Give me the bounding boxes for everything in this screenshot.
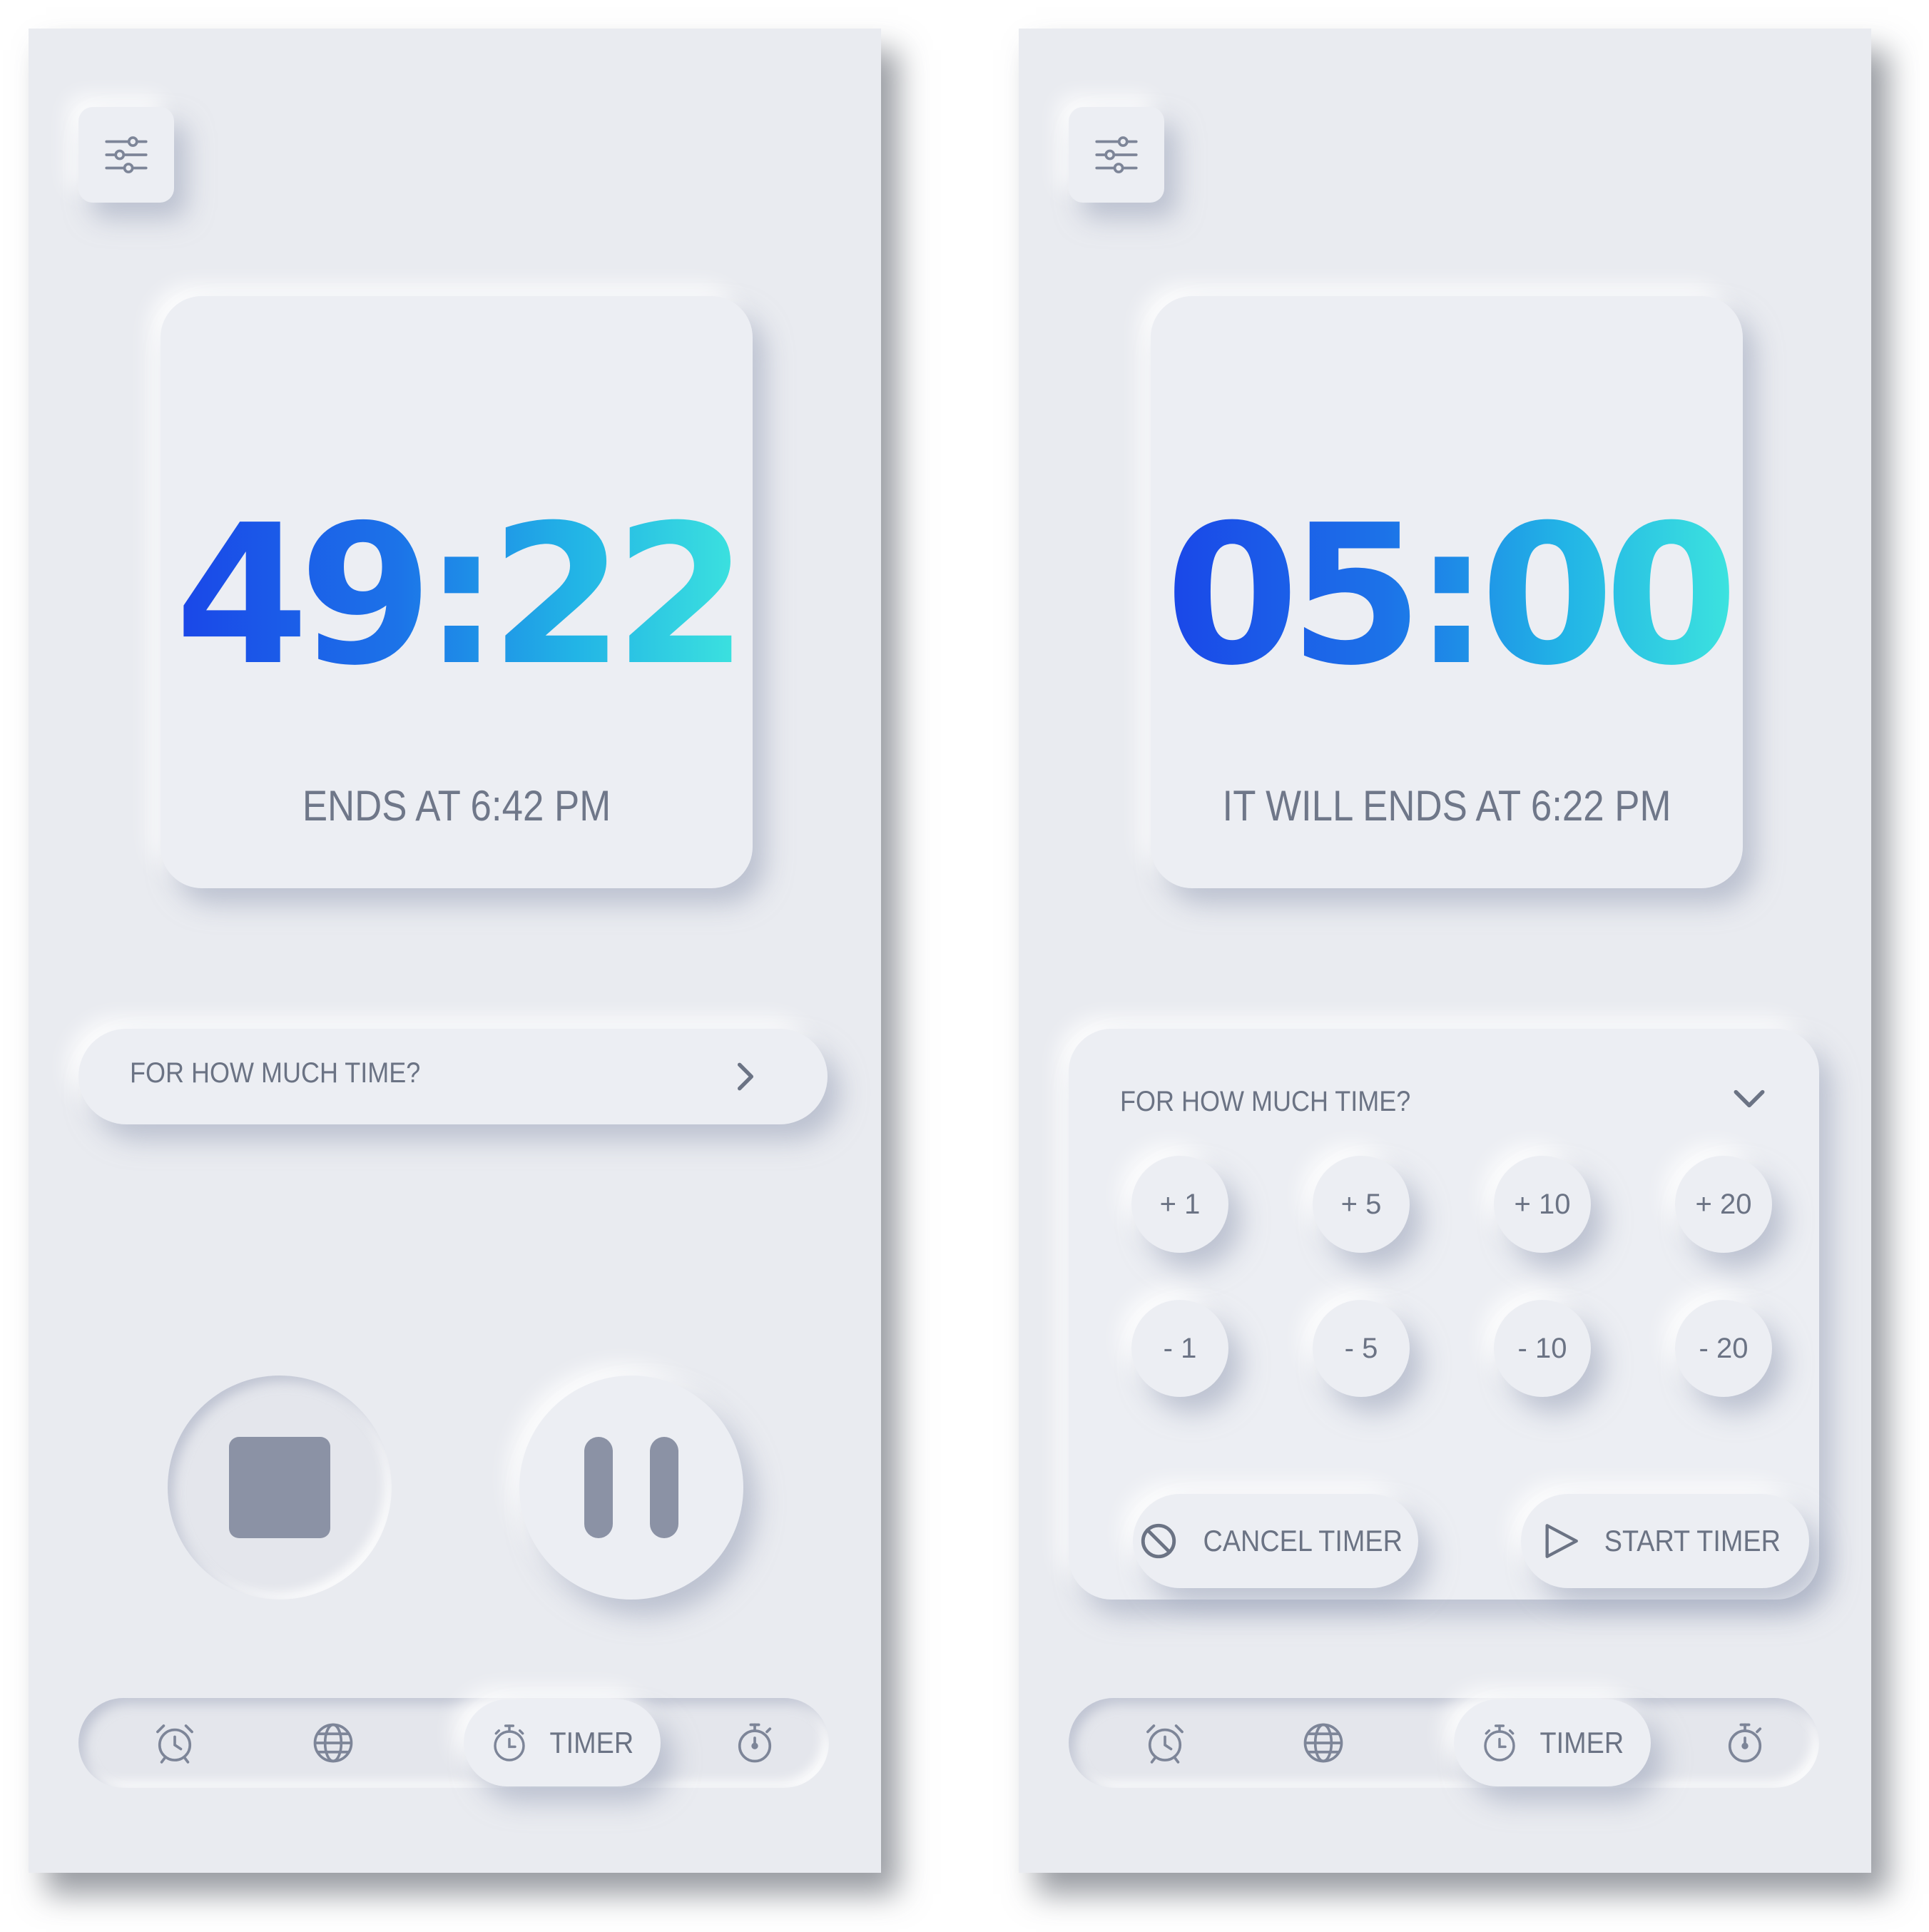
cancel-timer-button[interactable]: CANCEL TIMER — [1133, 1494, 1418, 1588]
bottom-nav — [78, 1698, 829, 1788]
chevron-down-icon[interactable] — [1729, 1079, 1769, 1119]
settings-button[interactable] — [78, 107, 174, 203]
countdown-display: 05:00 — [1151, 489, 1743, 703]
duration-selector-label: FOR HOW MUCH TIME? — [1120, 1086, 1411, 1117]
cancel-timer-label: CANCEL TIMER — [1203, 1524, 1403, 1557]
countdown-card: 05:00 IT WILL ENDS AT 6:22 PM — [1151, 296, 1743, 888]
nav-alarm[interactable] — [136, 1698, 214, 1788]
alarm-clock-icon — [1146, 1724, 1184, 1764]
nav-timer-label: TIMER — [549, 1726, 633, 1759]
nav-stopwatch[interactable] — [716, 1698, 794, 1788]
end-time-text: ENDS AT 6:42 PM — [302, 782, 611, 830]
globe-icon — [1303, 1723, 1343, 1763]
nav-world-clock[interactable] — [294, 1698, 372, 1788]
play-icon — [1545, 1524, 1578, 1558]
alarm-clock-icon — [156, 1724, 193, 1764]
add-20-button[interactable]: + 20 — [1675, 1156, 1772, 1253]
globe-icon — [313, 1723, 353, 1763]
nav-alarm[interactable] — [1126, 1698, 1204, 1788]
countdown-display: 49:22 — [161, 489, 753, 703]
stop-icon — [229, 1437, 330, 1538]
subtract-20-button[interactable]: - 20 — [1675, 1300, 1772, 1397]
timer-running-screen: 49:22 ENDS AT 6:42 PM FOR HOW MUCH TIME? — [29, 29, 881, 1873]
nav-timer[interactable]: TIMER — [464, 1699, 661, 1786]
add-5-button[interactable]: + 5 — [1313, 1156, 1410, 1253]
start-timer-button[interactable]: START TIMER — [1521, 1494, 1809, 1588]
duration-selector[interactable]: FOR HOW MUCH TIME? — [78, 1029, 828, 1124]
duration-panel: FOR HOW MUCH TIME? + 1 + 5 + 10 + 20 - 1… — [1069, 1029, 1819, 1600]
sliders-icon — [1095, 136, 1138, 173]
pause-button[interactable] — [519, 1376, 743, 1600]
cancel-icon — [1141, 1523, 1176, 1559]
subtract-5-button[interactable]: - 5 — [1313, 1300, 1410, 1397]
pause-icon — [584, 1437, 678, 1538]
chevron-right-icon — [737, 1062, 754, 1091]
stopwatch-icon — [1728, 1723, 1762, 1763]
timer-icon — [1483, 1724, 1515, 1761]
bottom-nav — [1069, 1698, 1819, 1788]
nav-world-clock[interactable] — [1284, 1698, 1363, 1788]
nav-timer-label: TIMER — [1539, 1726, 1624, 1759]
end-time-text: IT WILL ENDS AT 6:22 PM — [1222, 782, 1671, 830]
countdown-card: 49:22 ENDS AT 6:42 PM — [161, 296, 753, 888]
timer-setup-screen: 05:00 IT WILL ENDS AT 6:22 PM FOR HOW MU… — [1019, 29, 1871, 1873]
timer-icon — [493, 1724, 525, 1761]
nav-timer[interactable]: TIMER — [1454, 1699, 1651, 1786]
subtract-10-button[interactable]: - 10 — [1494, 1300, 1591, 1397]
subtract-1-button[interactable]: - 1 — [1131, 1300, 1228, 1397]
add-1-button[interactable]: + 1 — [1131, 1156, 1228, 1253]
stop-button[interactable] — [168, 1376, 392, 1600]
stopwatch-icon — [738, 1723, 772, 1763]
nav-stopwatch[interactable] — [1706, 1698, 1784, 1788]
add-10-button[interactable]: + 10 — [1494, 1156, 1591, 1253]
duration-selector-label: FOR HOW MUCH TIME? — [130, 1057, 421, 1089]
settings-button[interactable] — [1069, 107, 1164, 203]
sliders-icon — [105, 136, 148, 173]
start-timer-label: START TIMER — [1604, 1524, 1781, 1557]
